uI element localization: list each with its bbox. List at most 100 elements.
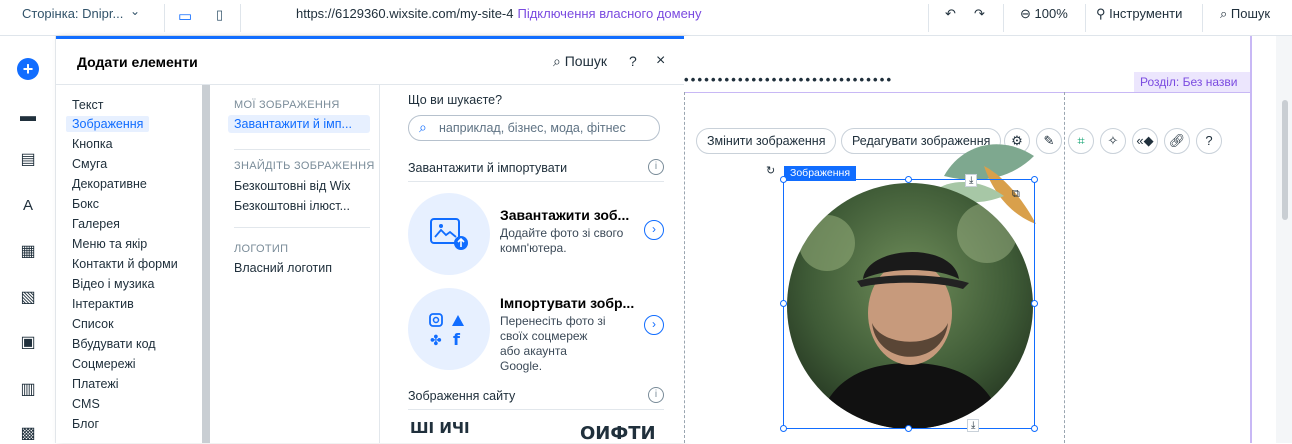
- category-item[interactable]: Декоративне: [66, 176, 153, 192]
- help-icon[interactable]: ?: [1196, 128, 1222, 154]
- animation-icon[interactable]: «◆: [1132, 128, 1158, 154]
- desktop-icon[interactable]: ▭: [178, 7, 192, 25]
- download-icon[interactable]: ⤓: [965, 174, 978, 187]
- theme-icon[interactable]: A: [17, 194, 39, 216]
- page-selector[interactable]: Сторінка: Dnipr...: [22, 6, 123, 21]
- section-header: ЗНАЙДІТЬ ЗОБРАЖЕННЯ: [234, 160, 375, 172]
- category-item[interactable]: Меню та якір: [66, 236, 153, 252]
- table-icon[interactable]: ▥: [17, 378, 39, 400]
- divider: [234, 149, 370, 150]
- add-elements-panel: Додати елементи ⌕ Пошук ? × Текст Зображ…: [56, 36, 684, 444]
- site-images-title: Зображення сайту: [408, 389, 516, 403]
- zoom-control[interactable]: ⊖ 100%: [1020, 6, 1068, 22]
- upload-card-title[interactable]: Завантажити зоб...: [500, 207, 629, 223]
- download-icon[interactable]: ⤓: [967, 419, 980, 432]
- resize-handle[interactable]: [905, 176, 912, 183]
- import-card-title[interactable]: Імпортувати зобр...: [500, 295, 634, 311]
- category-item[interactable]: Список: [66, 316, 120, 332]
- gridline: [684, 92, 685, 443]
- chevron-right-icon[interactable]: ›: [644, 315, 664, 335]
- upload-section-title: Завантажити й імпортувати: [408, 161, 568, 175]
- panel-title: Додати елементи: [77, 54, 198, 70]
- divider: [1085, 4, 1086, 32]
- resize-handle[interactable]: [1031, 425, 1038, 432]
- category-item[interactable]: Текст: [66, 97, 109, 113]
- subcategory-item[interactable]: Власний логотип: [228, 259, 338, 277]
- left-rail: + ▬ ▤ A ▦ ▧ ▣ ▥ ▩: [0, 36, 56, 443]
- divider: [408, 409, 664, 410]
- site-image-thumb[interactable]: ШІ ИЧІ: [410, 419, 470, 437]
- resize-handle[interactable]: [905, 425, 912, 432]
- crop-icon[interactable]: ⌗: [1068, 128, 1094, 154]
- rotate-icon[interactable]: ↻: [766, 164, 775, 177]
- site-image-thumb[interactable]: ОИФТИ: [580, 423, 656, 444]
- social-import-icon: ✤ f: [429, 313, 464, 349]
- divider: [408, 181, 664, 182]
- gridline: [1064, 92, 1065, 443]
- section-border: [684, 92, 1252, 93]
- undo-icon[interactable]: ↶: [945, 6, 956, 22]
- resize-handle[interactable]: [780, 176, 787, 183]
- link-icon[interactable]: 🔗︎: [1164, 128, 1190, 154]
- section-right-border: [1250, 36, 1252, 443]
- category-item[interactable]: Смуга: [66, 156, 113, 172]
- resize-handle[interactable]: [780, 300, 787, 307]
- category-item[interactable]: Соцмережі: [66, 356, 142, 372]
- divider: [1003, 4, 1004, 32]
- category-item[interactable]: Кнопка: [66, 136, 119, 152]
- resize-handle[interactable]: [1031, 300, 1038, 307]
- search-icon: ⌕: [419, 119, 427, 135]
- scrollbar-thumb[interactable]: [1282, 100, 1288, 220]
- category-item[interactable]: Відео і музика: [66, 276, 160, 292]
- category-item[interactable]: Платежі: [66, 376, 125, 392]
- divider: [234, 227, 370, 228]
- category-item[interactable]: Вбудувати код: [66, 336, 162, 352]
- info-icon[interactable]: i: [648, 387, 664, 403]
- add-elements-icon[interactable]: +: [17, 58, 39, 80]
- subcategory-item[interactable]: Завантажити й імп...: [228, 115, 370, 133]
- redo-icon[interactable]: ↷: [974, 6, 985, 22]
- section-header: ЛОГОТИП: [234, 243, 289, 255]
- resize-handle[interactable]: [1031, 176, 1038, 183]
- tools-button[interactable]: ⚲ Інструменти: [1096, 6, 1182, 22]
- magic-wand-icon[interactable]: ✧: [1100, 128, 1126, 154]
- category-scrollbar[interactable]: [202, 85, 210, 443]
- pages-icon[interactable]: ▤: [17, 148, 39, 170]
- subcategory-list: МОЇ ЗОБРАЖЕННЯ Завантажити й імп... ЗНАЙ…: [214, 85, 380, 443]
- category-item[interactable]: Зображення: [66, 116, 150, 132]
- media-icon[interactable]: ▣: [17, 331, 39, 353]
- help-icon[interactable]: ?: [629, 53, 637, 69]
- category-item[interactable]: Бокс: [66, 196, 105, 212]
- category-item[interactable]: Галерея: [66, 216, 126, 232]
- search-button[interactable]: ⌕ Пошук: [1220, 6, 1270, 22]
- category-item[interactable]: CMS: [66, 396, 106, 412]
- category-item[interactable]: Блог: [66, 416, 105, 432]
- image-search-input[interactable]: ⌕ наприклад, бізнес, мода, фітнес: [408, 115, 660, 141]
- subcategory-item[interactable]: Безкоштовні від Wix: [228, 177, 357, 195]
- category-item[interactable]: Контакти й форми: [66, 256, 184, 272]
- upload-card-desc: Додайте фото зі свого комп'ютера.: [500, 226, 624, 255]
- subcategory-item[interactable]: Безкоштовні ілюст...: [228, 197, 356, 215]
- portfolio-icon[interactable]: ▩: [17, 422, 39, 444]
- resize-handle[interactable]: [780, 425, 787, 432]
- svg-text:f: f: [453, 330, 461, 349]
- business-icon[interactable]: ▧: [17, 286, 39, 308]
- editor-canvas[interactable]: ••••••••••••••••••••••••••••••• Розділ: …: [684, 36, 1276, 443]
- connect-domain-link[interactable]: Підключення власного домену: [517, 6, 701, 21]
- apps-icon[interactable]: ▦: [17, 240, 39, 262]
- upload-card-image[interactable]: [408, 193, 490, 275]
- section-label[interactable]: Розділ: Без назви: [1134, 72, 1252, 92]
- page-scrollbar[interactable]: [1276, 36, 1292, 443]
- sections-icon[interactable]: ▬: [17, 106, 39, 128]
- close-icon[interactable]: ×: [656, 52, 665, 70]
- import-card-image[interactable]: ✤ f: [408, 288, 490, 370]
- mobile-icon[interactable]: ▯: [216, 7, 223, 23]
- crop-corner-icon[interactable]: ⧉: [1012, 188, 1020, 201]
- chevron-down-icon[interactable]: ⌄: [130, 4, 140, 18]
- chevron-right-icon[interactable]: ›: [644, 220, 664, 240]
- category-item[interactable]: Інтерактив: [66, 296, 140, 312]
- panel-search-button[interactable]: ⌕ Пошук: [553, 53, 607, 70]
- change-image-button[interactable]: Змінити зображення: [696, 128, 837, 154]
- image-selection-frame[interactable]: [783, 179, 1035, 429]
- info-icon[interactable]: i: [648, 159, 664, 175]
